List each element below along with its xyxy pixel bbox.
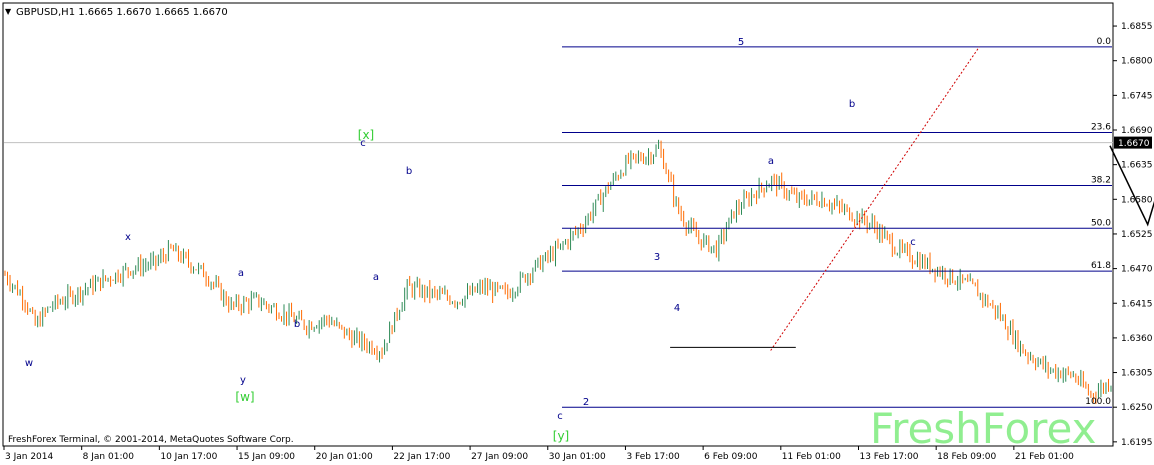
price-tick-label: 1.6415: [1121, 299, 1153, 309]
time-tick-label: 30 Jan 01:00: [549, 452, 606, 462]
chart-title-arrow: ▼: [5, 7, 12, 16]
time-tick-label: 18 Feb 09:00: [937, 452, 996, 462]
wave-label-blue: 4: [674, 303, 680, 314]
price-tick-label: 1.6470: [1121, 265, 1153, 275]
price-tick-label: 1.6745: [1121, 91, 1153, 101]
wave-label-blue: b: [849, 99, 855, 110]
price-tick-label: 1.6305: [1121, 369, 1153, 379]
wave-label-green: [w]: [235, 390, 254, 404]
time-tick-label: 20 Jan 01:00: [316, 452, 373, 462]
price-tick-label: 1.6690: [1121, 126, 1153, 136]
price-tick-label: 1.6250: [1121, 403, 1153, 413]
chart: GBPUSD,H1 1.6665 1.6670 1.6665 1.6670 ▼ …: [2, 2, 1154, 462]
chart-title: GBPUSD,H1 1.6665 1.6670 1.6665 1.6670: [16, 7, 228, 18]
wave-label-blue: c: [910, 237, 916, 248]
fib-level-label: 100.0: [1085, 397, 1111, 407]
wave-label-blue: b: [406, 166, 412, 177]
wave-label-blue: a: [373, 272, 379, 283]
wave-label-green: [y]: [553, 429, 569, 443]
wave-label-blue: 2: [583, 397, 589, 408]
plot-frame: [2, 2, 1114, 447]
time-tick-label: 6 Feb 09:00: [704, 452, 758, 462]
time-tick-label: 21 Feb 01:00: [1015, 452, 1074, 462]
price-tick-label: 1.6855: [1121, 22, 1153, 32]
fib-level-label: 0.0: [1097, 37, 1112, 47]
price-tick-label: 1.6360: [1121, 334, 1153, 344]
wave-label-blue: b: [294, 319, 300, 330]
chart-footer: FreshForex Terminal, © 2001-2014, MetaQu…: [8, 435, 294, 445]
time-tick-label: 3 Feb 17:00: [626, 452, 680, 462]
wave-label-blue: 5: [738, 37, 744, 48]
current-price-label: 1.6670: [1118, 139, 1150, 149]
time-tick-label: 10 Jan 17:00: [160, 452, 217, 462]
fib-level-label: 38.2: [1091, 175, 1111, 185]
watermark: FreshForex: [870, 404, 1096, 453]
time-tick-label: 22 Jan 17:00: [393, 452, 450, 462]
time-tick-label: 27 Jan 09:00: [471, 452, 528, 462]
price-tick-label: 1.6195: [1121, 438, 1153, 448]
time-tick-label: 3 Jan 2014: [5, 452, 53, 462]
fib-level-label: 61.8: [1091, 261, 1111, 271]
wave-label-blue: 3: [654, 252, 660, 263]
time-tick-label: 8 Jan 01:00: [83, 452, 135, 462]
wave-label-blue: x: [125, 232, 131, 243]
time-tick-label: 13 Feb 17:00: [859, 452, 918, 462]
wave-label-blue: w: [25, 358, 33, 369]
wave-label-blue: y: [240, 375, 246, 386]
time-tick-label: 15 Jan 09:00: [238, 452, 295, 462]
wave-label-green: [x]: [358, 128, 374, 142]
price-tick-label: 1.6800: [1121, 57, 1153, 67]
wave-label-blue: a: [238, 268, 244, 279]
price-tick-label: 1.6525: [1121, 230, 1153, 240]
fib-level-label: 50.0: [1091, 218, 1111, 228]
wave-label-blue: c: [557, 411, 563, 422]
fib-level-label: 23.6: [1091, 123, 1111, 133]
price-tick-label: 1.6635: [1121, 161, 1153, 171]
wave-label-blue: a: [768, 156, 774, 167]
time-tick-label: 11 Feb 01:00: [782, 452, 841, 462]
